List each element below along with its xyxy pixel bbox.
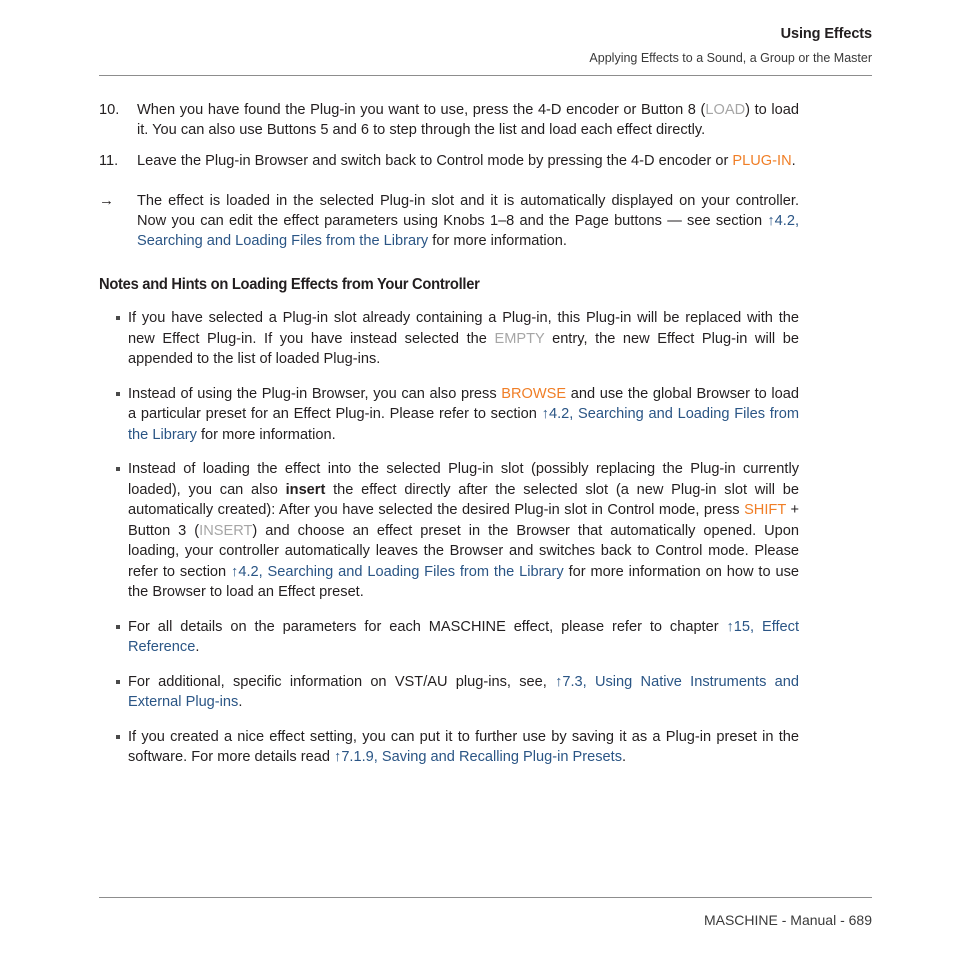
body-text: . (238, 694, 243, 710)
result-step: → The effect is loaded in the selected Pl… (99, 191, 799, 251)
body-text: . (791, 153, 796, 169)
list-item-text: For additional, specific information on … (128, 672, 799, 713)
numbered-step: 11. Leave the Plug-in Browser and switch … (99, 151, 799, 171)
step-text: The effect is loaded in the selected Plu… (137, 191, 799, 251)
body-text: . (622, 749, 627, 765)
page-footer: MASCHINE - Manual - 689 (703, 912, 872, 928)
bullet-square-icon (116, 734, 128, 776)
header-divider (99, 75, 872, 76)
step-text: When you have found the Plug-in you want… (137, 100, 799, 140)
cross-reference-link[interactable]: ↑7.1.9, Saving and Recalling Plug-in Pre… (334, 749, 622, 765)
bullet-square-icon (116, 624, 128, 666)
display-label: INSERT (199, 522, 253, 539)
bullet-square-icon (116, 679, 128, 721)
body-text: The effect is loaded in the selected Plu… (137, 193, 799, 229)
body-text: For additional, specific information on … (128, 673, 556, 690)
bullet-square-icon (116, 391, 128, 454)
section-heading: Notes and Hints on Loading Effects from … (99, 276, 480, 293)
body-text: Instead of using the Plug-in Browser, yo… (128, 385, 502, 402)
cross-reference-link[interactable]: ↑4.2, Searching and Loading Files from t… (231, 564, 564, 580)
emphasis-text: insert (285, 481, 326, 498)
hardware-control-label: BROWSE (501, 385, 567, 402)
body-text: For all details on the parameters for ea… (128, 618, 727, 635)
list-item: For additional, specific information on … (99, 672, 799, 713)
footer-divider (99, 897, 872, 898)
list-item: For all details on the parameters for ea… (99, 617, 799, 658)
body-text: for more information. (196, 426, 336, 443)
body-text: Leave the Plug-in Browser and switch bac… (137, 153, 733, 169)
display-label: EMPTY (494, 330, 545, 347)
step-text: Leave the Plug-in Browser and switch bac… (137, 151, 799, 171)
document-page: Using Effects Applying Effects to a Soun… (0, 0, 954, 954)
list-item-text: Instead of using the Plug-in Browser, yo… (128, 384, 799, 446)
list-item: If you have selected a Plug-in slot alre… (99, 308, 799, 370)
list-item: Instead of loading the effect into the s… (99, 459, 799, 603)
hardware-control-label: SHIFT (744, 502, 786, 518)
numbered-step-list: 10. When you have found the Plug-in you w… (99, 100, 799, 251)
list-item-text: For all details on the parameters for ea… (128, 617, 799, 658)
step-number: 10. (99, 102, 120, 118)
body-text: When you have found the Plug-in you want… (137, 102, 706, 118)
body-text: . (195, 639, 200, 655)
display-label: LOAD (705, 102, 746, 118)
header-section-subtitle: Applying Effects to a Sound, a Group or … (589, 51, 872, 66)
document-body: 10. When you have found the Plug-in you w… (99, 100, 799, 782)
list-item: Instead of using the Plug-in Browser, yo… (99, 384, 799, 446)
page-header: Using Effects Applying Effects to a Soun… (99, 26, 872, 66)
list-item-text: If you created a nice effect setting, yo… (128, 727, 799, 768)
list-item-text: If you have selected a Plug-in slot alre… (128, 308, 799, 370)
numbered-step: 10. When you have found the Plug-in you w… (99, 100, 799, 140)
notes-bullet-list: If you have selected a Plug-in slot alre… (99, 308, 799, 768)
bullet-square-icon (116, 467, 128, 611)
hardware-control-label: PLUG-IN (732, 153, 792, 169)
list-item-text: Instead of loading the effect into the s… (128, 459, 799, 603)
bullet-square-icon (116, 316, 128, 378)
list-item: If you created a nice effect setting, yo… (99, 727, 799, 768)
arrow-icon: → (99, 192, 114, 209)
body-text: for more information. (428, 233, 567, 249)
step-number: 11. (99, 153, 119, 169)
header-chapter-title: Using Effects (780, 26, 872, 42)
